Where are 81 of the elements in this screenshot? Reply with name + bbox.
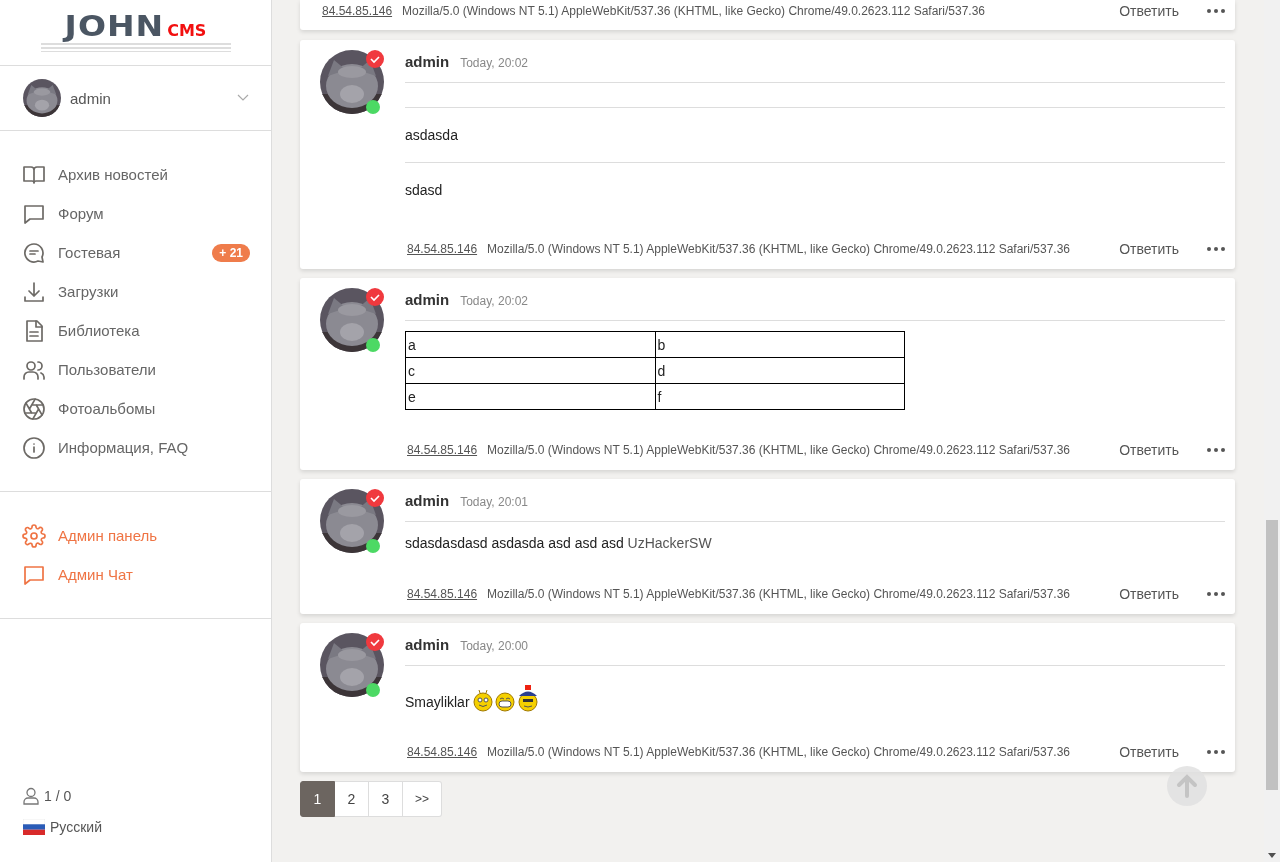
reply-link[interactable]: Ответить xyxy=(1119,442,1179,458)
more-icon[interactable] xyxy=(1207,750,1225,754)
settings-icon xyxy=(22,523,46,548)
nav-label: Пользователи xyxy=(58,361,157,378)
ip-link[interactable]: 84.54.85.146 xyxy=(407,242,478,256)
author-name[interactable]: admin xyxy=(405,50,450,74)
logo-text: CMS xyxy=(167,23,207,39)
author-name[interactable]: admin xyxy=(405,288,450,312)
post-time: Today, 20:02 xyxy=(460,55,528,72)
nav-label: Библиотека xyxy=(58,322,141,339)
user-agent: Mozilla/5.0 (Windows NT 5.1) AppleWebKit/537.36 (KHTML, like Gecko) Chrome/49.0.2623.112 Safari/537.36 xyxy=(487,745,1072,759)
post-text: sdasd xyxy=(405,181,444,200)
nav-link[interactable]: Гостевая + 21 xyxy=(0,233,271,272)
nav-link[interactable]: Загрузки xyxy=(0,272,271,311)
more-icon[interactable] xyxy=(1207,9,1225,13)
ip-link[interactable]: 84.54.85.146 xyxy=(407,745,478,759)
user-icon xyxy=(23,787,39,805)
page-link[interactable]: >> xyxy=(403,781,442,817)
reply-link[interactable]: Ответить xyxy=(1119,241,1179,257)
more-icon[interactable] xyxy=(1207,592,1225,596)
table-cell: e xyxy=(405,383,655,410)
more-icon[interactable] xyxy=(1207,448,1225,452)
author-name[interactable]: admin xyxy=(405,633,450,657)
user-agent: Mozilla/5.0 (Windows NT 5.1) AppleWebKit/537.36 (KHTML, like Gecko) Chrome/49.0.2623.112 Safari/537.36 xyxy=(402,4,987,18)
language-link[interactable]: Русский xyxy=(23,819,249,835)
post-text: asdasda xyxy=(405,126,459,145)
count-badge: + 21 xyxy=(212,243,250,262)
nav-label: Архив новостей xyxy=(58,166,169,183)
user-link[interactable]: UzHackerSW xyxy=(627,535,712,551)
user-menu[interactable]: admin xyxy=(0,66,271,131)
nav-label: Фотоальбомы xyxy=(58,400,157,417)
flag-icon xyxy=(23,819,45,835)
grin-smiley-icon xyxy=(494,692,515,712)
author-name[interactable]: admin xyxy=(405,489,450,513)
table-cell: c xyxy=(405,357,655,384)
more-icon[interactable] xyxy=(1207,247,1225,251)
post-time: Today, 20:01 xyxy=(460,494,528,511)
table-cell: f xyxy=(655,383,905,410)
reply-link[interactable]: Ответить xyxy=(1119,744,1179,760)
chevron-icon xyxy=(237,94,249,102)
up-arrow-icon xyxy=(1176,774,1198,798)
nav-link[interactable]: Пользователи xyxy=(0,350,271,389)
smiley-icon xyxy=(472,688,493,712)
ip-link[interactable]: 84.54.85.146 xyxy=(407,443,478,457)
nav-label: Админ Чат xyxy=(58,566,134,583)
nav-label: Загрузки xyxy=(58,283,120,300)
ip-link[interactable]: 84.54.85.146 xyxy=(322,4,393,18)
table-cell: b xyxy=(655,331,905,358)
page-link[interactable]: 3 xyxy=(369,781,403,817)
post-time: Today, 20:00 xyxy=(460,638,528,655)
online-count: 1 / 0 xyxy=(44,788,72,804)
reply-link[interactable]: Ответить xyxy=(1119,586,1179,602)
nav-label: Админ панель xyxy=(58,527,159,544)
user-agent: Mozilla/5.0 (Windows NT 5.1) AppleWebKit/537.36 (KHTML, like Gecko) Chrome/49.0.2623.112 Safari/537.36 xyxy=(487,587,1072,601)
page-link[interactable]: 2 xyxy=(335,781,369,817)
download-icon xyxy=(22,279,46,304)
user-agent: Mozilla/5.0 (Windows NT 5.1) AppleWebKit/537.36 (KHTML, like Gecko) Chrome/49.0.2623.112 Safari/537.36 xyxy=(487,443,1072,457)
scroll-down-icon[interactable] xyxy=(1268,853,1276,858)
nav-label: Форум xyxy=(58,205,105,222)
nav-label: Информация, FAQ xyxy=(58,439,190,456)
user-name: admin xyxy=(70,89,112,107)
nav-link[interactable]: Фотоальбомы xyxy=(0,389,271,428)
nav-link[interactable]: Форум xyxy=(0,194,271,233)
page-link[interactable]: 1 xyxy=(300,781,335,817)
nav-link[interactable]: Библиотека xyxy=(0,311,271,350)
post-text: Smayliklar xyxy=(405,694,470,710)
post-text: sdasdasdasd asdasda asd asd asd UzHackerSW xyxy=(405,534,713,553)
round-chat-icon xyxy=(22,240,46,265)
table-cell: a xyxy=(405,331,655,358)
scrollbar-thumb[interactable] xyxy=(1266,520,1278,790)
ip-link[interactable]: 84.54.85.146 xyxy=(407,587,478,601)
reply-link[interactable]: Ответить xyxy=(1119,3,1179,19)
info-icon xyxy=(22,435,46,460)
police-smiley-icon xyxy=(516,684,539,712)
nav-link[interactable]: Архив новостей xyxy=(0,155,271,194)
nav-label: Гостевая xyxy=(58,244,122,261)
user-agent: Mozilla/5.0 (Windows NT 5.1) AppleWebKit/537.36 (KHTML, like Gecko) Chrome/49.0.2623.112 Safari/537.36 xyxy=(487,242,1072,256)
aperture-icon xyxy=(22,396,46,421)
table-cell: d xyxy=(655,357,905,384)
nav-link[interactable]: Информация, FAQ xyxy=(0,428,271,467)
post-time: Today, 20:02 xyxy=(460,293,528,310)
